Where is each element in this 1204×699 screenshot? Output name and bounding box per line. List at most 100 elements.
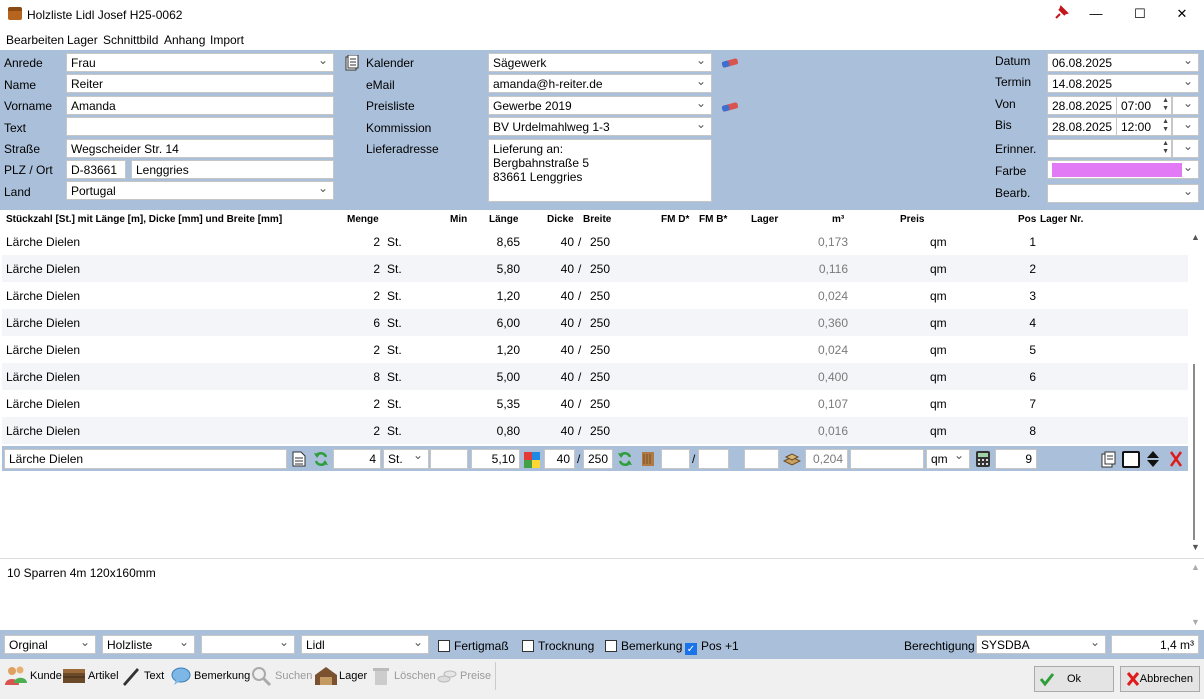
email-select[interactable]: amanda@h-reiter.de: [488, 74, 712, 93]
spinner-icon[interactable]: ▲ ▼: [1162, 118, 1169, 134]
preise-button[interactable]: Preise: [436, 663, 492, 689]
kalender-select[interactable]: Sägewerk: [488, 53, 712, 72]
ort-field[interactable]: Lenggries: [131, 160, 334, 179]
loeschen-button[interactable]: Löschen: [370, 663, 436, 689]
table-row[interactable]: Lärche Dielen 2 St. 8,65 40 / 250 0,173 qm 1: [2, 228, 1188, 255]
checkbox-box[interactable]: [522, 640, 534, 652]
bemerkung-checkbox[interactable]: Bemerkung: [605, 639, 682, 653]
termin-picker[interactable]: 14.08.2025: [1047, 74, 1199, 93]
edit-dicke-field[interactable]: 40: [544, 449, 575, 469]
holzliste-select[interactable]: Holzliste: [102, 635, 195, 654]
von-date[interactable]: 28.08.2025: [1047, 96, 1117, 115]
edit-desc-field[interactable]: Lärche Dielen: [4, 449, 287, 469]
notes-scroll-up-icon[interactable]: ▲: [1191, 562, 1200, 572]
table-row[interactable]: Lärche Dielen 2 St. 0,80 40 / 250 0,016 qm 8: [2, 417, 1188, 444]
puzzle-icon[interactable]: [523, 451, 541, 469]
vorname-field[interactable]: Amanda: [66, 96, 334, 115]
abbrechen-button[interactable]: Abbrechen: [1120, 666, 1200, 692]
notes-scroll-down-icon[interactable]: ▼: [1191, 617, 1200, 627]
edit-breite-field[interactable]: 250: [583, 449, 613, 469]
erinner-dropdown[interactable]: [1172, 139, 1199, 158]
text-field[interactable]: [66, 117, 334, 136]
lager-button[interactable]: Lager: [314, 663, 368, 689]
checkbox-box[interactable]: [605, 640, 617, 652]
minimize-button[interactable]: —: [1074, 0, 1118, 28]
table-row[interactable]: Lärche Dielen 8 St. 5,00 40 / 250 0,400 qm 6: [2, 363, 1188, 390]
refresh-icon[interactable]: [313, 451, 329, 467]
edit-preis-unit-select[interactable]: qm: [926, 448, 970, 469]
bis-time[interactable]: 12:00 ▲ ▼: [1116, 117, 1172, 136]
fertigmass-checkbox[interactable]: Fertigmaß: [438, 639, 509, 653]
edit-m3-field[interactable]: 0,204: [805, 449, 848, 469]
eraser-icon[interactable]: [721, 57, 739, 68]
calendar-notes-icon[interactable]: [345, 54, 359, 71]
refresh-icon[interactable]: [617, 451, 633, 467]
stack-icon[interactable]: [782, 451, 802, 467]
strasse-field[interactable]: Wegscheider Str. 14: [66, 139, 334, 158]
edit-laenge-field[interactable]: 5,10: [471, 449, 520, 469]
move-updown-icon[interactable]: [1146, 450, 1160, 468]
name-field[interactable]: Reiter: [66, 74, 334, 93]
edit-fmb-field[interactable]: [698, 449, 729, 469]
bis-date[interactable]: 28.08.2025: [1047, 117, 1117, 136]
edit-min-field[interactable]: [430, 449, 468, 469]
menu-lager[interactable]: Lager: [67, 33, 98, 47]
menu-anhang[interactable]: Anhang: [164, 33, 205, 47]
delete-x-icon[interactable]: [1168, 450, 1184, 468]
edit-lager-field[interactable]: [744, 449, 779, 469]
spinner-icon[interactable]: ▲ ▼: [1162, 97, 1169, 113]
suchen-button[interactable]: Suchen: [250, 663, 312, 689]
table-row[interactable]: Lärche Dielen 2 St. 1,20 40 / 250 0,024 qm 3: [2, 282, 1188, 309]
artikel-button[interactable]: Artikel: [62, 663, 119, 689]
checkbox-box[interactable]: [438, 640, 450, 652]
scroll-up-icon[interactable]: ▲: [1191, 232, 1200, 242]
notes-textarea[interactable]: [0, 558, 1204, 630]
menu-schnittbild[interactable]: Schnittbild: [103, 33, 158, 47]
erinner-field[interactable]: ▲ ▼: [1047, 139, 1172, 158]
edit-unit-select[interactable]: St.: [383, 448, 429, 469]
bearb-select[interactable]: [1047, 184, 1199, 203]
preisliste-select[interactable]: Gewerbe 2019: [488, 96, 712, 115]
eraser-icon[interactable]: [721, 101, 739, 112]
von-time[interactable]: 07:00 ▲ ▼: [1116, 96, 1172, 115]
edit-pos-field[interactable]: 9: [995, 449, 1037, 469]
kunde-button[interactable]: Kunde: [4, 663, 62, 689]
von-dropdown[interactable]: [1172, 96, 1199, 115]
bemerkung-button[interactable]: Bemerkung: [170, 663, 250, 689]
berechtigung-select[interactable]: SYSDBA: [976, 635, 1106, 654]
scroll-thumb[interactable]: [1193, 364, 1195, 540]
calculator-icon[interactable]: [974, 450, 992, 468]
orginal-select[interactable]: Orginal: [4, 635, 96, 654]
trocknung-checkbox[interactable]: Trocknung: [522, 639, 594, 653]
scroll-down-icon[interactable]: ▼: [1191, 542, 1200, 552]
kommission-select[interactable]: BV Urdelmahlweg 1-3: [488, 117, 712, 136]
checkbox-box-checked[interactable]: ✓: [685, 643, 697, 655]
land-select[interactable]: Portugal: [66, 181, 334, 200]
wood-grain-icon[interactable]: [640, 451, 656, 467]
close-button[interactable]: ✕: [1160, 0, 1204, 28]
copy-icon[interactable]: [1101, 451, 1117, 468]
square-icon[interactable]: [1122, 451, 1140, 468]
edit-fmd-field[interactable]: [661, 449, 690, 469]
lidl-select[interactable]: Lidl: [301, 635, 429, 654]
grid-scrollbar[interactable]: [1188, 230, 1204, 552]
table-row[interactable]: Lärche Dielen 2 St. 5,35 40 / 250 0,107 qm 7: [2, 390, 1188, 417]
plz-field[interactable]: D-83661: [66, 160, 126, 179]
menu-bearbeiten[interactable]: Bearbeiten: [6, 33, 64, 47]
text-button[interactable]: Text: [120, 663, 168, 689]
maximize-button[interactable]: ☐: [1118, 0, 1162, 28]
table-row[interactable]: Lärche Dielen 6 St. 6,00 40 / 250 0,360 qm 4: [2, 309, 1188, 336]
document-icon[interactable]: [292, 451, 306, 467]
lieferadresse-textarea[interactable]: Lieferung an: Bergbahnstraße 5 83661 Len…: [488, 139, 712, 202]
pin-icon[interactable]: [1053, 5, 1069, 21]
ok-button[interactable]: Ok: [1034, 666, 1114, 692]
menu-import[interactable]: Import: [210, 33, 244, 47]
edit-preis-field[interactable]: [850, 449, 924, 469]
pos1-checkbox[interactable]: ✓ Pos +1: [685, 639, 739, 655]
spinner-icon[interactable]: ▲ ▼: [1162, 140, 1169, 156]
bis-dropdown[interactable]: [1172, 117, 1199, 136]
table-row[interactable]: Lärche Dielen 2 St. 5,80 40 / 250 0,116 qm 2: [2, 255, 1188, 282]
datum-picker[interactable]: 06.08.2025: [1047, 53, 1199, 72]
farbe-select[interactable]: [1047, 160, 1199, 179]
edit-menge-field[interactable]: 4: [333, 449, 381, 469]
